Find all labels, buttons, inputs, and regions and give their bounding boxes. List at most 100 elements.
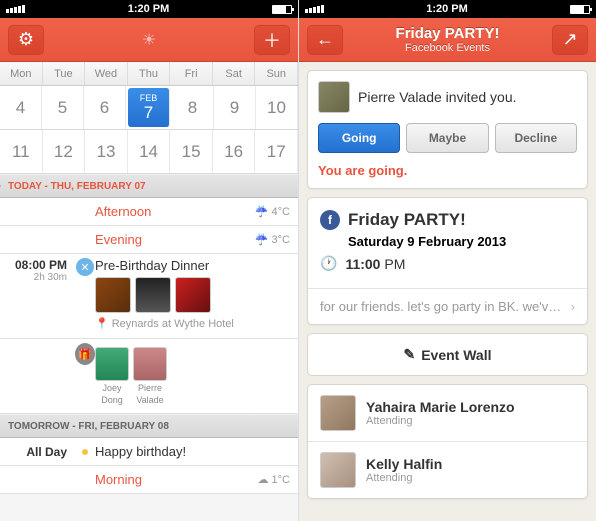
edit-icon: ✎ bbox=[403, 346, 415, 363]
clock-icon: 🕐 bbox=[320, 255, 337, 272]
slot-label: Afternoon bbox=[95, 204, 255, 219]
attendee-status: Attending bbox=[366, 472, 442, 484]
share-button[interactable]: ↗ bbox=[552, 25, 588, 55]
decline-button[interactable]: Decline bbox=[495, 123, 577, 153]
person[interactable]: PierreValade bbox=[133, 347, 167, 405]
tomorrow-header: TOMORROW - FRI, FEBRUARY 08 bbox=[0, 414, 298, 438]
cal-row: 11 12 13 14 15 16 17 bbox=[0, 130, 298, 174]
cal-day[interactable]: 5 bbox=[42, 86, 84, 129]
dot-icon bbox=[82, 449, 88, 455]
event-detail-screen: 1:20 PM ← Friday PARTY! Facebook Events … bbox=[298, 0, 596, 521]
cal-day[interactable]: 13 bbox=[85, 130, 128, 173]
gift-icon: 🎁 bbox=[75, 343, 95, 365]
close-icon[interactable]: ✕ bbox=[76, 258, 94, 276]
attendee-name: Kelly Halfin bbox=[366, 456, 442, 472]
facebook-icon: f bbox=[320, 210, 340, 230]
cal-day[interactable]: 9 bbox=[214, 86, 256, 129]
avatar[interactable] bbox=[318, 81, 350, 113]
rsvp-buttons: Going Maybe Decline bbox=[308, 123, 587, 163]
event-title: Pre-Birthday Dinner bbox=[95, 258, 290, 273]
add-button[interactable]: ＋ bbox=[254, 25, 290, 55]
cal-day[interactable]: 17 bbox=[255, 130, 298, 173]
weekday: Thu bbox=[128, 62, 171, 85]
statusbar: 1:20 PM bbox=[0, 0, 298, 18]
cal-day[interactable]: 10 bbox=[256, 86, 298, 129]
time-slot[interactable]: Afternoon ☔ 4°C bbox=[0, 198, 298, 226]
avatar bbox=[320, 395, 356, 431]
gear-icon: ⚙ bbox=[18, 29, 34, 50]
avatar bbox=[320, 452, 356, 488]
attendee-name: Yahaira Marie Lorenzo bbox=[366, 399, 515, 415]
cal-day[interactable]: 14 bbox=[128, 130, 171, 173]
back-button[interactable]: ← bbox=[307, 25, 343, 55]
statusbar: 1:20 PM bbox=[299, 0, 596, 18]
slot-label: Morning bbox=[95, 472, 258, 487]
back-icon: ← bbox=[316, 29, 334, 50]
weekday: Fri bbox=[170, 62, 213, 85]
status-time: 1:20 PM bbox=[426, 3, 468, 15]
weather-icon: ☔ 4°C bbox=[255, 205, 290, 218]
attendee-status: Attending bbox=[366, 415, 515, 427]
cal-day[interactable]: 12 bbox=[43, 130, 86, 173]
signal-icon bbox=[6, 5, 25, 13]
signal-icon bbox=[305, 5, 324, 13]
avatar[interactable] bbox=[175, 277, 211, 313]
weather-icon: ☁ 1°C bbox=[258, 473, 290, 486]
time-slot[interactable]: Morning ☁ 1°C bbox=[0, 466, 298, 494]
avatar[interactable] bbox=[135, 277, 171, 313]
event-description[interactable]: for our friends. let's go party in BK. w… bbox=[308, 288, 587, 324]
invitees-row: 🎁 JoeyDong PierreValade bbox=[0, 339, 298, 414]
status-time: 1:20 PM bbox=[128, 3, 170, 15]
battery-icon bbox=[570, 5, 590, 14]
cal-row: 4 5 6 Feb7 8 9 10 bbox=[0, 86, 298, 130]
cal-day[interactable]: 15 bbox=[170, 130, 213, 173]
person[interactable]: JoeyDong bbox=[95, 347, 129, 405]
event-title: Friday PARTY! bbox=[348, 210, 466, 230]
event-time: 08:00 PM2h 30m bbox=[0, 258, 75, 283]
event-details-card: fFriday PARTY! Saturday 9 February 2013 … bbox=[307, 197, 588, 325]
share-icon: ↗ bbox=[562, 29, 577, 50]
attendee-item[interactable]: Yahaira Marie LorenzoAttending bbox=[308, 385, 587, 442]
weekday: Wed bbox=[85, 62, 128, 85]
now-indicator-icon bbox=[0, 182, 1, 190]
avatar bbox=[133, 347, 167, 381]
cal-day-selected[interactable]: Feb7 bbox=[128, 88, 170, 127]
settings-button[interactable]: ⚙ bbox=[8, 25, 44, 55]
event-title: Happy birthday! bbox=[95, 444, 290, 459]
battery-icon bbox=[272, 5, 292, 14]
invite-card: Pierre Valade invited you. Going Maybe D… bbox=[307, 70, 588, 189]
cal-day[interactable]: 4 bbox=[0, 86, 42, 129]
month-label: Feb bbox=[140, 93, 158, 103]
event-item[interactable]: All Day Happy birthday! bbox=[0, 438, 298, 466]
sunrise-icon: ☀ bbox=[142, 30, 156, 50]
rsvp-status: You are going. bbox=[308, 163, 587, 188]
cal-day[interactable]: 6 bbox=[84, 86, 126, 129]
cal-day[interactable]: 11 bbox=[0, 130, 43, 173]
event-item[interactable]: 08:00 PM2h 30m ✕ Pre-Birthday Dinner 📍Re… bbox=[0, 254, 298, 339]
weather-icon: ☔ 3°C bbox=[255, 233, 290, 246]
plus-icon: ＋ bbox=[263, 27, 281, 53]
weekday: Tue bbox=[43, 62, 86, 85]
today-header: TODAY - THU, FEBRUARY 07 bbox=[0, 174, 298, 198]
avatar bbox=[95, 347, 129, 381]
weekday: Sun bbox=[255, 62, 298, 85]
maybe-button[interactable]: Maybe bbox=[406, 123, 488, 153]
content[interactable]: Pierre Valade invited you. Going Maybe D… bbox=[299, 62, 596, 521]
going-button[interactable]: Going bbox=[318, 123, 400, 153]
attendee-item[interactable]: Kelly HalfinAttending bbox=[308, 442, 587, 498]
event-date: Saturday 9 February 2013 bbox=[348, 234, 575, 249]
time-slot[interactable]: Evening ☔ 3°C bbox=[0, 226, 298, 254]
weekday: Mon bbox=[0, 62, 43, 85]
weekday: Sat bbox=[213, 62, 256, 85]
pin-icon: 📍 bbox=[95, 317, 109, 330]
cal-day[interactable]: 16 bbox=[213, 130, 256, 173]
cal-day[interactable]: 8 bbox=[172, 86, 214, 129]
event-wall-button[interactable]: ✎ Event Wall bbox=[307, 333, 588, 376]
event-location: 📍Reynards at Wythe Hotel bbox=[95, 317, 290, 330]
slot-label: Evening bbox=[95, 232, 255, 247]
week-header: Mon Tue Wed Thu Fri Sat Sun bbox=[0, 62, 298, 86]
avatar[interactable] bbox=[95, 277, 131, 313]
calendar-screen: 1:20 PM ⚙ ☀ ＋ Mon Tue Wed Thu Fri Sat Su… bbox=[0, 0, 298, 521]
page-title: Friday PARTY! Facebook Events bbox=[396, 25, 500, 54]
allday-label: All Day bbox=[0, 445, 75, 459]
